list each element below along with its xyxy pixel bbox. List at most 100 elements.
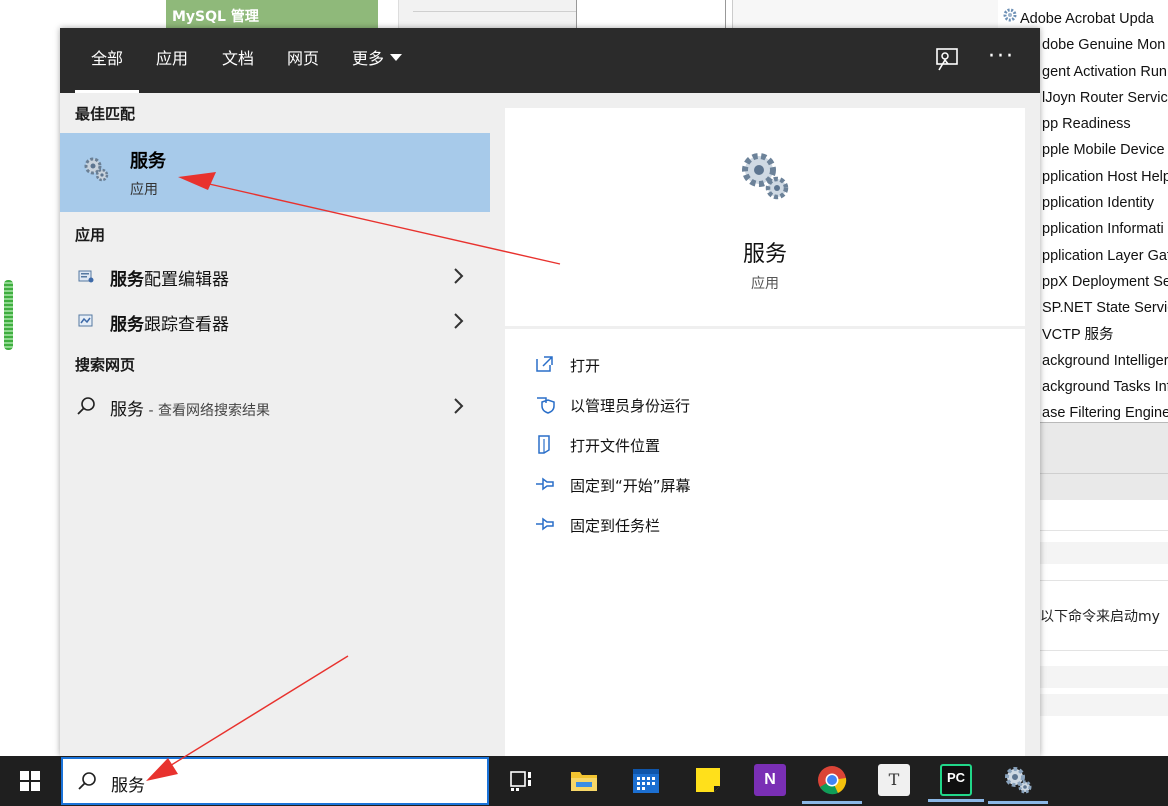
pin-to-taskbar-action[interactable]: 固定到任务栏 [535, 510, 935, 540]
pycharm-icon[interactable]: PC [928, 764, 984, 802]
service-name: SP.NET State Servic [1042, 300, 1168, 317]
mysql-admin-label: MySQL 管理 [172, 9, 259, 25]
services-row[interactable]: pplication Layer Gat [1038, 243, 1168, 269]
best-match-title: 服务 [130, 151, 166, 172]
services-row[interactable]: lJoyn Router Servic [1038, 85, 1168, 111]
onenote-icon[interactable]: N [754, 764, 786, 796]
windows-start-icon[interactable] [20, 771, 40, 791]
services-row[interactable]: pplication Informati [1038, 216, 1168, 242]
calendar-icon[interactable] [630, 764, 662, 796]
command-text: 以下命令来启动my [1040, 609, 1160, 625]
service-name: ackground Intelliger [1042, 352, 1168, 369]
gear-icon [737, 148, 793, 204]
services-row[interactable]: VCTP 服务 [1038, 322, 1168, 348]
results-list: 最佳匹配 服务 应用 应用 服务配置编辑器 服务跟踪查看器 搜索网页 服务 - … [60, 93, 490, 756]
app-name-rest: 配置编辑器 [144, 270, 229, 290]
service-name: VCTP 服务 [1042, 326, 1114, 343]
service-name: Adobe Acrobat Upda [1020, 11, 1154, 27]
preview-title: 服务 [742, 242, 787, 267]
search-web-header: 搜索网页 [75, 356, 136, 374]
best-match-item[interactable]: 服务 应用 [60, 133, 490, 212]
services-row[interactable]: pplication Identity [1038, 190, 1168, 216]
typora-glyph: T [888, 770, 900, 789]
services-row[interactable]: pp Readiness [1038, 111, 1168, 137]
web-query: 服务 [110, 400, 144, 420]
service-name: pplication Identity [1042, 195, 1155, 212]
best-match-header: 最佳匹配 [75, 105, 136, 123]
gear-icon [82, 155, 110, 183]
search-icon [76, 396, 96, 416]
list-item[interactable]: 服务跟踪查看器 [60, 301, 490, 341]
pin-to-taskbar-label: 固定到任务栏 [570, 517, 661, 535]
pin-to-start-action[interactable]: 固定到“开始”屏幕 [535, 470, 935, 500]
web-search-item[interactable]: 服务 - 查看网络搜索结果 [60, 386, 490, 426]
apps-header: 应用 [75, 226, 106, 244]
services-icon[interactable] [988, 764, 1048, 804]
service-name: dobe Genuine Mon [1042, 37, 1166, 54]
search-icon [77, 771, 97, 791]
resize-handle[interactable] [4, 280, 13, 350]
tab-more[interactable]: 更多 [352, 28, 403, 93]
sticky-notes-icon[interactable] [692, 764, 724, 796]
background-panel [1040, 422, 1168, 500]
service-name: pple Mobile Device [1042, 142, 1165, 159]
services-row[interactable]: ppX Deployment Se [1038, 269, 1168, 295]
services-row[interactable]: ase Filtering Engine [1038, 400, 1168, 422]
open-label: 打开 [570, 357, 601, 375]
preview-pane: 服务 应用 打开 以管理员身份运行 打开文件位置 固定到“开始”屏幕 固定到任务… [505, 108, 1025, 756]
shield-icon [535, 394, 555, 414]
feedback-icon[interactable] [934, 46, 962, 74]
background-window [576, 0, 726, 28]
pin-to-start-label: 固定到“开始”屏幕 [570, 477, 691, 495]
file-location-icon [535, 434, 555, 454]
tab-all[interactable]: 全部 [74, 28, 140, 93]
service-name: pplication Informati [1042, 221, 1164, 238]
chrome-icon[interactable] [802, 764, 862, 804]
services-row[interactable]: dobe Genuine Mon [1038, 32, 1168, 58]
run-as-admin-action[interactable]: 以管理员身份运行 [535, 390, 935, 420]
mysql-admin-tab[interactable]: MySQL 管理 [166, 0, 378, 28]
service-name: pplication Host Help [1042, 168, 1168, 185]
services-row[interactable]: gent Activation Run [1038, 59, 1168, 85]
services-row[interactable]: pple Mobile Device [1038, 137, 1168, 163]
config-editor-icon [78, 268, 94, 284]
match-text: 服务 [110, 315, 144, 335]
more-options-icon[interactable]: ··· [988, 44, 1015, 69]
tab-web[interactable]: 网页 [287, 28, 319, 93]
service-name: lJoyn Router Servic [1042, 89, 1168, 106]
tab-documents[interactable]: 文档 [222, 28, 254, 93]
app-name-rest: 跟踪查看器 [144, 315, 229, 335]
service-name: pplication Layer Gat [1042, 247, 1168, 264]
chevron-right-icon[interactable] [452, 396, 466, 416]
list-item[interactable]: 服务配置编辑器 [60, 256, 490, 296]
search-query-text: 服务 [111, 776, 145, 796]
preview-subtitle: 应用 [751, 276, 779, 292]
tab-more-label: 更多 [352, 49, 385, 68]
open-action[interactable]: 打开 [535, 350, 935, 380]
trace-viewer-icon [78, 313, 94, 329]
file-explorer-icon[interactable] [568, 764, 600, 796]
open-file-location-action[interactable]: 打开文件位置 [535, 430, 935, 460]
typora-icon[interactable]: T [878, 764, 910, 796]
background-window [398, 0, 576, 28]
chevron-right-icon[interactable] [452, 311, 466, 331]
open-file-location-label: 打开文件位置 [570, 437, 661, 455]
service-name: pp Readiness [1042, 116, 1131, 133]
taskbar-search-input[interactable]: 服务 [61, 757, 489, 805]
chevron-right-icon[interactable] [452, 266, 466, 286]
tab-apps[interactable]: 应用 [156, 28, 188, 93]
service-name: gent Activation Run [1042, 63, 1167, 80]
service-name: ackground Tasks Inf [1042, 379, 1168, 396]
background-window [732, 0, 1002, 28]
services-row[interactable]: ackground Intelliger [1038, 348, 1168, 374]
best-match-subtitle: 应用 [130, 182, 158, 198]
task-view-icon[interactable] [506, 764, 538, 796]
services-row[interactable]: pplication Host Help [1038, 164, 1168, 190]
service-name: ase Filtering Engine [1042, 405, 1168, 422]
services-row[interactable]: ackground Tasks Inf [1038, 374, 1168, 400]
chevron-down-icon [390, 54, 403, 61]
search-filter-bar: 全部 应用 文档 网页 更多 ··· [60, 28, 1040, 93]
onenote-glyph: N [764, 771, 776, 788]
pin-icon [535, 514, 555, 534]
services-row[interactable]: SP.NET State Servic [1038, 295, 1168, 321]
